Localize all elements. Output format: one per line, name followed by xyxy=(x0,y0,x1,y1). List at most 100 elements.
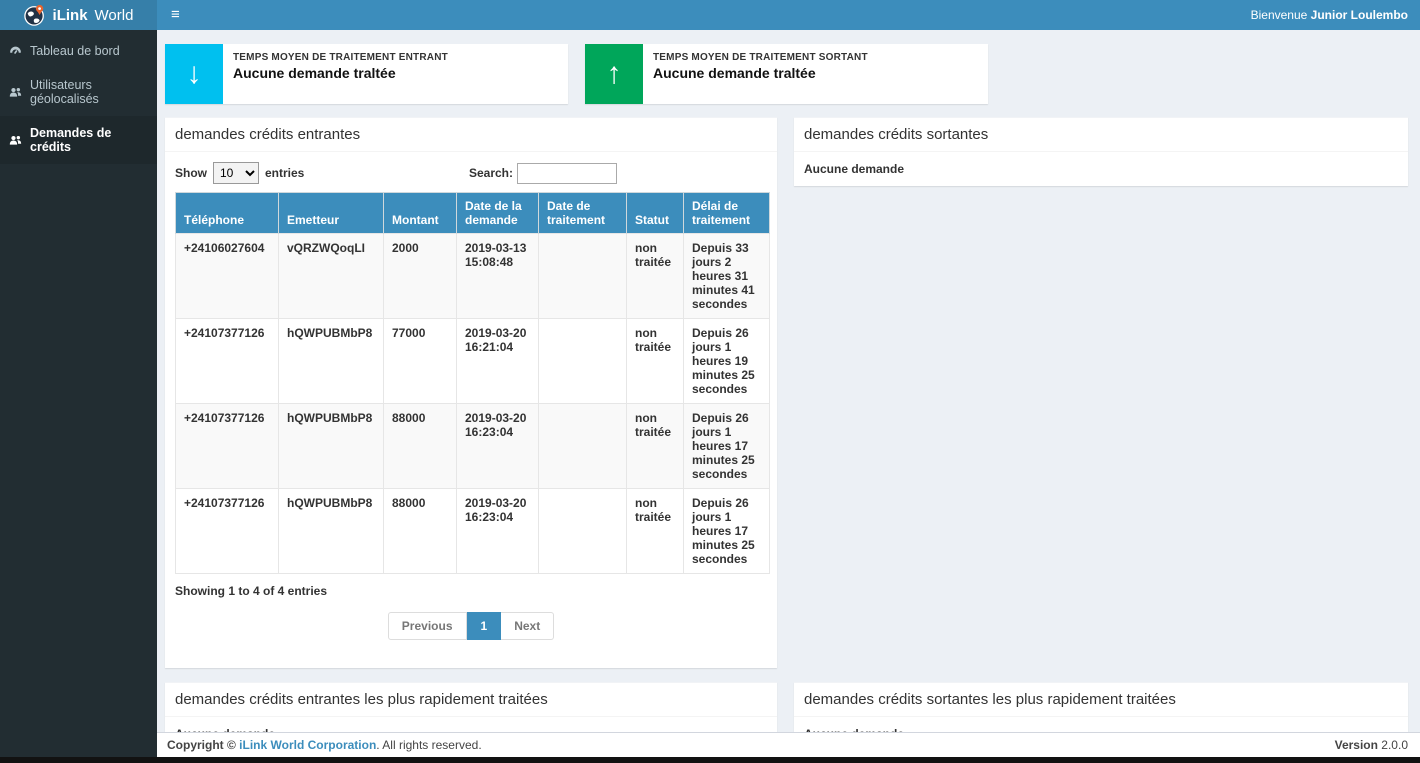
sidebar-toggle-hamburger-icon[interactable]: ≡ xyxy=(157,0,194,30)
users-icon xyxy=(9,134,22,147)
panel-title: demandes crédits entrantes les plus rapi… xyxy=(165,683,777,717)
table-cell xyxy=(539,319,627,404)
arrow-up-icon: ↑ xyxy=(585,44,643,104)
top-navbar: iLink World ≡ Bienvenue Junior Loulembo xyxy=(0,0,1420,30)
brand-logo[interactable]: iLink World xyxy=(0,0,157,30)
main-content: ↓ TEMPS MOYEN DE TRAITEMENT ENTRANT Aucu… xyxy=(157,30,1420,732)
page-1-button[interactable]: 1 xyxy=(467,612,502,640)
info-box-value: Aucune demande traltée xyxy=(653,65,868,81)
panel-title: demandes crédits entrantes xyxy=(165,118,777,152)
empty-message: Aucune demande xyxy=(804,162,1398,176)
table-row: +24107377126hQWPUBMbP8880002019-03-20 16… xyxy=(176,404,770,489)
table-cell xyxy=(539,404,627,489)
table-cell: +24106027604 xyxy=(176,234,279,319)
table-cell: 77000 xyxy=(384,319,457,404)
welcome-prefix: Bienvenue xyxy=(1251,8,1308,22)
column-header[interactable]: Statut xyxy=(627,193,684,234)
next-page-button[interactable]: Next xyxy=(501,612,554,640)
sidebar-item-utilisateurs-geolocalises[interactable]: Utilisateurs géolocalisés xyxy=(0,68,157,116)
brand-name-rest: World xyxy=(95,7,134,24)
copyright-text: Copyright © iLink World Corporation. All… xyxy=(167,738,482,752)
search-label: Search: xyxy=(469,166,513,180)
info-box-row: ↓ TEMPS MOYEN DE TRAITEMENT ENTRANT Aucu… xyxy=(165,44,1408,104)
table-row: +24107377126hQWPUBMbP8770002019-03-20 16… xyxy=(176,319,770,404)
panel-entrantes-rapidement: demandes crédits entrantes les plus rapi… xyxy=(165,682,777,732)
column-header[interactable]: Délai de traitement xyxy=(684,193,770,234)
table-cell xyxy=(539,234,627,319)
show-label: Show xyxy=(175,166,207,180)
version-number: 2.0.0 xyxy=(1378,738,1408,752)
previous-page-button[interactable]: Previous xyxy=(388,612,467,640)
sidebar-item-tableau-de-bord[interactable]: Tableau de bord xyxy=(0,34,157,68)
sidebar-item-label: Demandes de crédits xyxy=(30,126,148,154)
pagination: Previous 1 Next xyxy=(175,612,767,640)
panel-demandes-credits-entrantes: demandes crédits entrantes Show 10 entri… xyxy=(165,117,777,668)
table-cell: +24107377126 xyxy=(176,319,279,404)
entries-label: entries xyxy=(265,166,304,180)
info-box-entrant: ↓ TEMPS MOYEN DE TRAITEMENT ENTRANT Aucu… xyxy=(165,44,568,104)
sidebar-item-label: Utilisateurs géolocalisés xyxy=(30,78,148,106)
table-cell: non traitée xyxy=(627,404,684,489)
column-header[interactable]: Date de traitement xyxy=(539,193,627,234)
main-panels-row: demandes crédits entrantes Show 10 entri… xyxy=(165,117,1408,668)
search-input[interactable] xyxy=(517,163,617,184)
column-header[interactable]: Date de la demande xyxy=(457,193,539,234)
table-cell: non traitée xyxy=(627,319,684,404)
table-cell: hQWPUBMbP8 xyxy=(279,404,384,489)
table-cell: 88000 xyxy=(384,489,457,574)
credits-entrantes-table: TéléphoneEmetteurMontantDate de la deman… xyxy=(175,192,770,574)
table-cell: Depuis 26 jours 1 heures 19 minutes 25 s… xyxy=(684,319,770,404)
users-icon xyxy=(9,86,22,99)
table-cell: 2019-03-20 16:21:04 xyxy=(457,319,539,404)
search-control: Search: xyxy=(469,163,617,184)
user-name: Junior Loulembo xyxy=(1311,8,1408,22)
copyright-suffix: . All rights reserved. xyxy=(376,738,481,752)
panel-sortantes-rapidement: demandes crédits sortantes les plus rapi… xyxy=(794,682,1408,732)
credits-table-body: +24106027604vQRZWQoqLI20002019-03-13 15:… xyxy=(176,234,770,574)
column-header[interactable]: Montant xyxy=(384,193,457,234)
table-cell: 2019-03-13 15:08:48 xyxy=(457,234,539,319)
credits-table-head-row: TéléphoneEmetteurMontantDate de la deman… xyxy=(176,193,770,234)
info-box-title: TEMPS MOYEN DE TRAITEMENT SORTANT xyxy=(653,52,868,63)
table-cell: Depuis 33 jours 2 heures 31 minutes 41 s… xyxy=(684,234,770,319)
bottom-panels-row-1: demandes crédits entrantes les plus rapi… xyxy=(165,682,1408,732)
table-cell: non traitée xyxy=(627,489,684,574)
table-cell: +24107377126 xyxy=(176,489,279,574)
table-row: +24106027604vQRZWQoqLI20002019-03-13 15:… xyxy=(176,234,770,319)
table-cell: hQWPUBMbP8 xyxy=(279,489,384,574)
panel-title: demandes crédits sortantes les plus rapi… xyxy=(794,683,1408,717)
company-link[interactable]: iLink World Corporation xyxy=(239,738,376,752)
table-cell: 2000 xyxy=(384,234,457,319)
table-cell: Depuis 26 jours 1 heures 17 minutes 25 s… xyxy=(684,489,770,574)
copyright-prefix: Copyright © xyxy=(167,738,239,752)
sidebar-item-label: Tableau de bord xyxy=(30,44,120,58)
brand-name-bold: iLink xyxy=(53,7,88,24)
page: iLink World ≡ Bienvenue Junior Loulembo T… xyxy=(0,0,1420,763)
info-box-value: Aucune demande traltée xyxy=(233,65,448,81)
table-cell: Depuis 26 jours 1 heures 17 minutes 25 s… xyxy=(684,404,770,489)
arrow-down-icon: ↓ xyxy=(165,44,223,104)
info-box-sortant: ↑ TEMPS MOYEN DE TRAITEMENT SORTANT Aucu… xyxy=(585,44,988,104)
page-length-control: Show 10 entries xyxy=(175,162,304,184)
bottom-window-edge xyxy=(0,757,1420,763)
table-cell: +24107377126 xyxy=(176,404,279,489)
info-box-title: TEMPS MOYEN DE TRAITEMENT ENTRANT xyxy=(233,52,448,63)
version-text: Version 2.0.0 xyxy=(1335,738,1408,752)
navbar-main: ≡ Bienvenue Junior Loulembo xyxy=(157,0,1420,30)
page-length-select[interactable]: 10 xyxy=(213,162,259,184)
table-cell: hQWPUBMbP8 xyxy=(279,319,384,404)
table-cell: 88000 xyxy=(384,404,457,489)
version-label: Version xyxy=(1335,738,1378,752)
column-header[interactable]: Téléphone xyxy=(176,193,279,234)
column-header[interactable]: Emetteur xyxy=(279,193,384,234)
dashboard-icon xyxy=(9,45,22,58)
table-summary: Showing 1 to 4 of 4 entries xyxy=(175,584,767,598)
table-cell: 2019-03-20 16:23:04 xyxy=(457,489,539,574)
table-row: +24107377126hQWPUBMbP8880002019-03-20 16… xyxy=(176,489,770,574)
sidebar-item-demandes-de-credits[interactable]: Demandes de crédits xyxy=(0,116,157,164)
footer: Copyright © iLink World Corporation. All… xyxy=(157,732,1420,757)
welcome-message: Bienvenue Junior Loulembo xyxy=(1251,8,1420,22)
sidebar: Tableau de bord Utilisateurs géolocalisé… xyxy=(0,30,157,757)
table-cell xyxy=(539,489,627,574)
table-cell: non traitée xyxy=(627,234,684,319)
